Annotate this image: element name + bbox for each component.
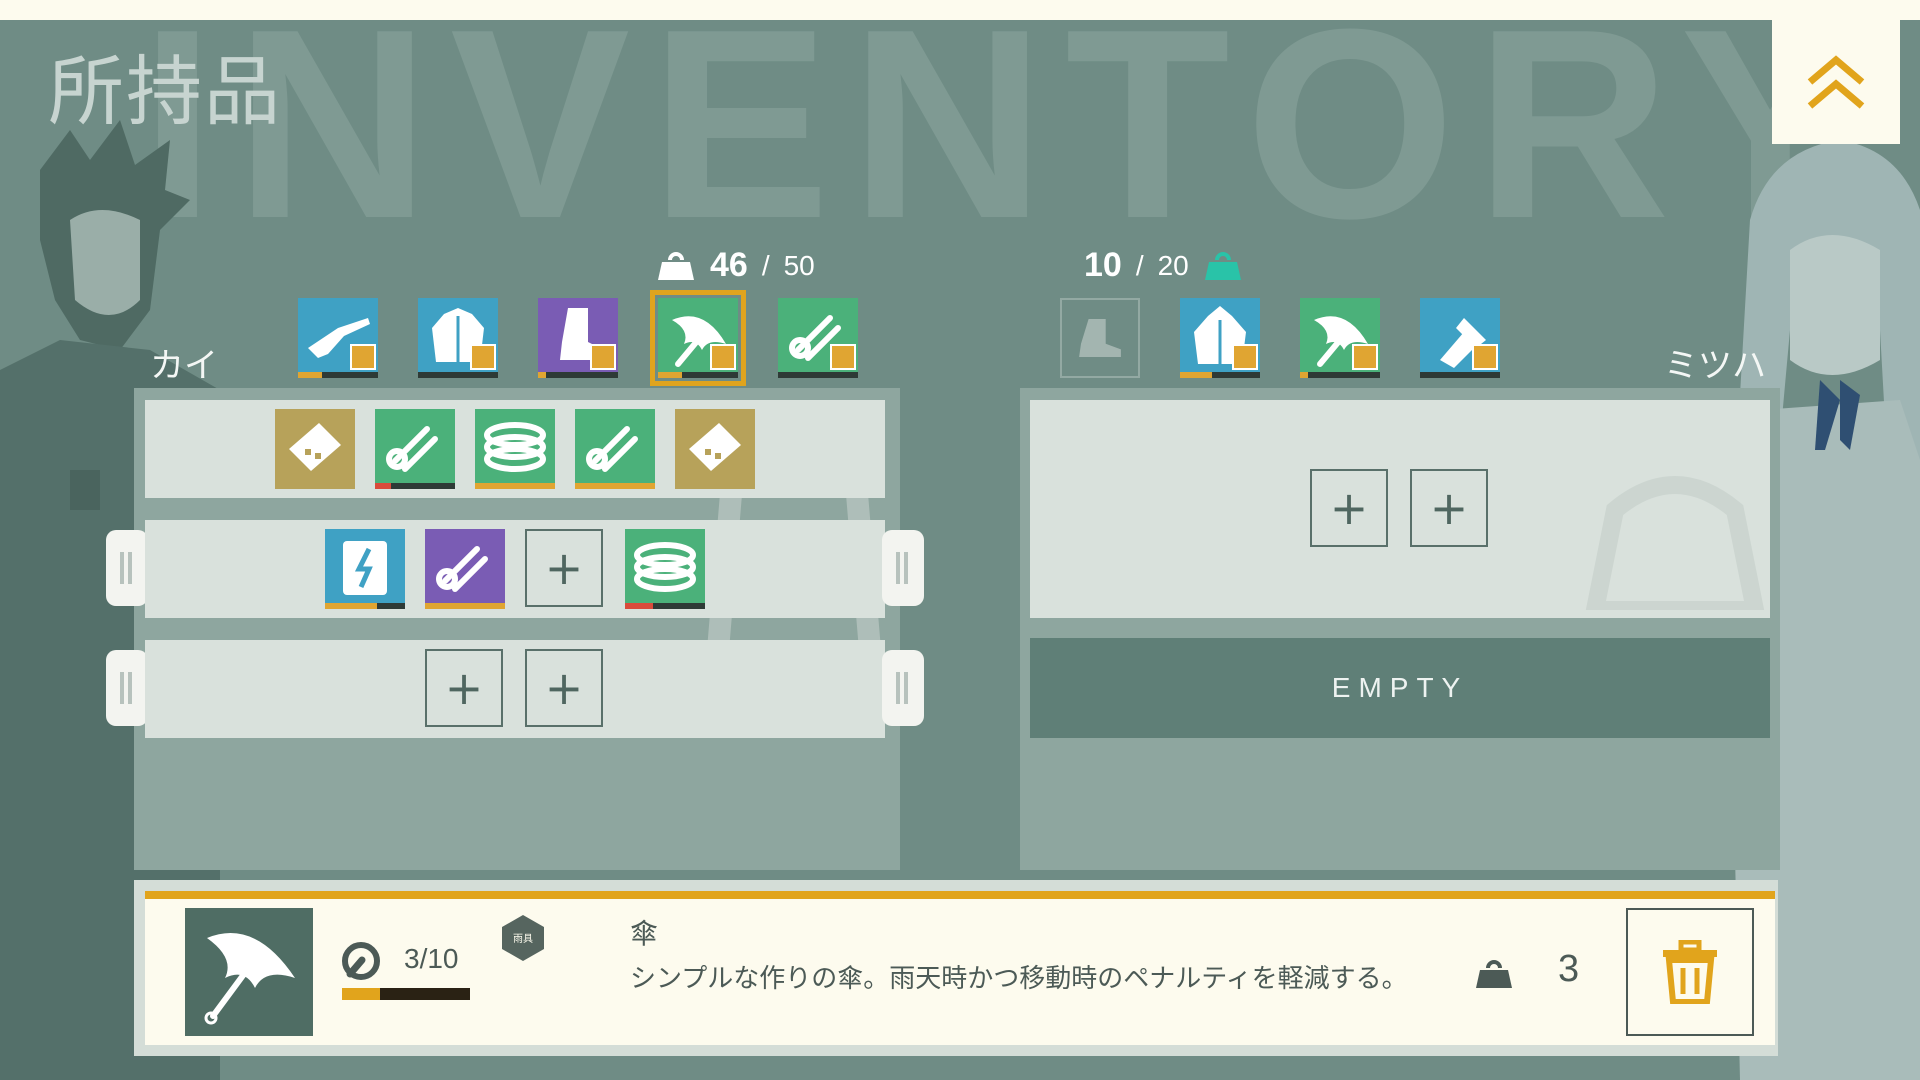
equip-slot-umbrella[interactable] [1300, 298, 1380, 378]
trash-icon [1663, 940, 1717, 1004]
character-name-right: ミツハ [1664, 346, 1766, 386]
weight-capacity-right: 10 / 20 [1084, 246, 1243, 285]
weight-icon [658, 251, 694, 280]
durability-fill [342, 988, 381, 1000]
inventory-item-battery-book[interactable] [325, 529, 405, 609]
weight-max: 50 [783, 249, 815, 281]
use-hand-icon [470, 344, 496, 370]
category-badge: 雨具 [500, 913, 546, 963]
use-hand-icon [590, 344, 616, 370]
double-chevron-up-icon [1807, 55, 1865, 109]
add-item-slot[interactable]: + [525, 649, 603, 727]
plus-icon: + [1429, 481, 1469, 535]
equip-slot-rifle[interactable] [298, 298, 378, 378]
inventory-item-rope[interactable] [375, 409, 455, 489]
use-hand-icon [1352, 344, 1378, 370]
equip-slot-flashlight[interactable] [1420, 298, 1500, 378]
inventory-item-coil[interactable] [625, 529, 705, 609]
weight-current: 10 [1084, 246, 1122, 284]
page-title: 所持品 [48, 47, 282, 136]
empty-slot-bar: EMPTY [1030, 638, 1770, 738]
inventory-row-right-1 [1030, 400, 1770, 618]
inventory-item-ticket[interactable] [675, 409, 755, 489]
plus-icon: + [1329, 481, 1369, 535]
item-weight: 3 [1558, 948, 1580, 990]
inventory-item-coil[interactable] [475, 409, 555, 489]
row-handle-right[interactable] [882, 530, 924, 606]
weight-max: 20 [1157, 249, 1189, 281]
item-description: シンプルな作りの傘。雨天時かつ移動時のペナルティを軽減する。 [630, 964, 1408, 994]
use-hand-icon [1232, 344, 1258, 370]
use-hand-icon [350, 344, 376, 370]
inventory-row-3 [145, 640, 885, 738]
equip-slot-boots[interactable] [1060, 298, 1140, 378]
row-handle-left[interactable] [106, 530, 148, 606]
add-item-slot[interactable]: + [425, 649, 503, 727]
boots-icon [1079, 319, 1121, 357]
backpack-watermark-icon [1585, 476, 1765, 610]
category-label: 雨具 [513, 934, 533, 945]
inventory-row-2 [145, 520, 885, 618]
add-item-slot[interactable]: + [1310, 469, 1388, 547]
umbrella-icon [204, 933, 295, 1025]
inventory-item-rope[interactable] [575, 409, 655, 489]
durability-text: 3/10 [404, 943, 459, 974]
discard-button[interactable] [1626, 908, 1754, 1036]
add-item-slot[interactable]: + [525, 529, 603, 607]
equip-slot-rope[interactable] [778, 298, 858, 378]
wrench-durability-icon [342, 942, 380, 980]
equip-slot-raincoat[interactable] [1180, 298, 1260, 378]
plus-icon: + [544, 541, 584, 595]
plus-icon: + [444, 661, 484, 715]
ticket-icon [675, 423, 755, 487]
row-handle-left[interactable] [106, 650, 148, 726]
item-name: 傘 [630, 917, 659, 950]
equip-slot-jacket[interactable] [418, 298, 498, 378]
use-hand-icon [830, 344, 856, 370]
item-detail-image [185, 908, 313, 1036]
plus-icon: + [544, 661, 584, 715]
weight-separator: / [1135, 249, 1144, 281]
weight-icon [1476, 960, 1512, 988]
ticket-icon [275, 423, 355, 487]
selected-slot-frame [650, 290, 746, 386]
inventory-item-ticket[interactable] [275, 409, 355, 489]
background-title-word: INVENTORY [140, 0, 1881, 275]
weight-current: 46 [710, 246, 748, 284]
weight-icon [1204, 251, 1241, 280]
empty-label: EMPTY [1331, 672, 1469, 703]
row-handle-right[interactable] [882, 650, 924, 726]
collapse-button[interactable] [1772, 20, 1900, 144]
weight-capacity-left: 46 / 50 [656, 246, 815, 285]
add-item-slot[interactable]: + [1410, 469, 1488, 547]
equip-slot-boots[interactable] [538, 298, 618, 378]
weight-separator: / [761, 249, 770, 281]
use-hand-icon [1472, 344, 1498, 370]
inventory-item-rope[interactable] [425, 529, 505, 609]
character-name-left: カイ [150, 346, 218, 386]
durability-bar [342, 988, 470, 1000]
